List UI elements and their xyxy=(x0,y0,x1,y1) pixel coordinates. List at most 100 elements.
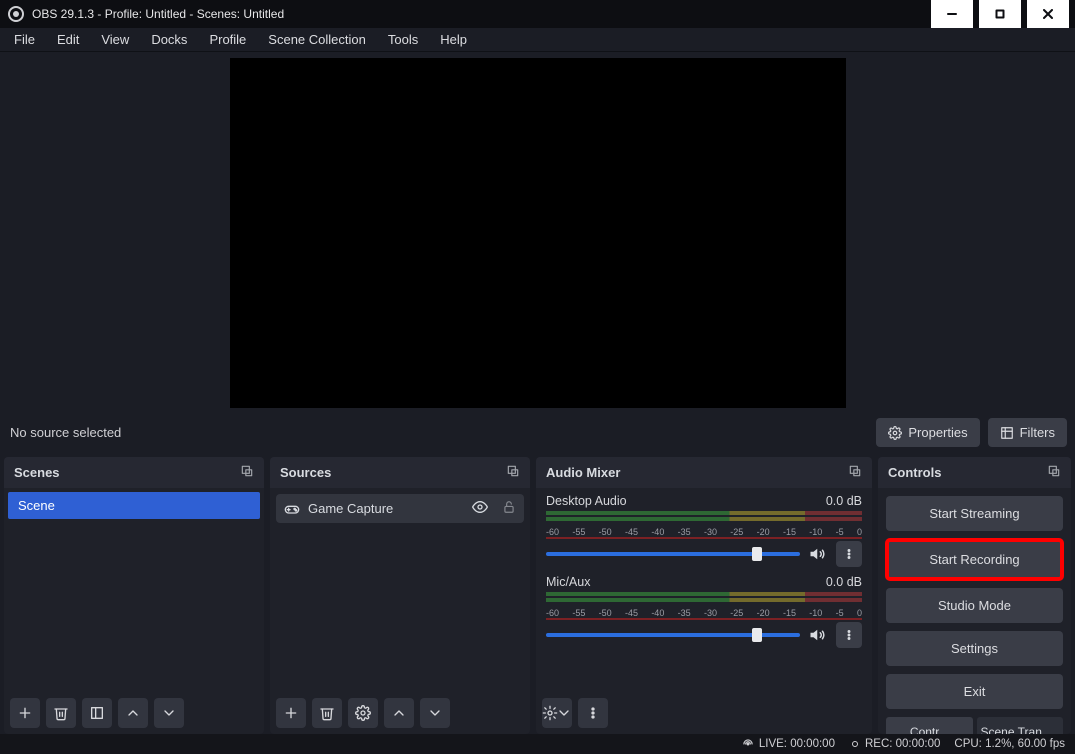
popout-icon[interactable] xyxy=(240,464,254,481)
settings-button[interactable]: Settings xyxy=(886,631,1063,666)
controls-tab[interactable]: Contr... xyxy=(886,717,973,733)
source-item[interactable]: Game Capture xyxy=(276,494,524,523)
audio-mixer-dock: Audio Mixer Desktop Audio 0.0 dB -60-55-5… xyxy=(536,457,872,733)
sources-header: Sources xyxy=(270,457,530,488)
cpu-status: CPU: 1.2%, 60.00 fps xyxy=(954,738,1065,750)
scenes-header: Scenes xyxy=(4,457,264,488)
audio-menu-button[interactable] xyxy=(578,698,608,728)
volume-slider[interactable] xyxy=(546,552,800,556)
scene-filter-button[interactable] xyxy=(82,698,112,728)
minimize-button[interactable] xyxy=(931,0,973,28)
preview-area: No source selected Properties Filters xyxy=(0,52,1075,457)
lock-toggle[interactable] xyxy=(502,500,516,517)
kebab-icon xyxy=(585,705,601,721)
properties-button[interactable]: Properties xyxy=(876,418,979,447)
maximize-button[interactable] xyxy=(979,0,1021,28)
lock-icon xyxy=(502,500,516,514)
popout-icon[interactable] xyxy=(506,464,520,481)
audio-mixer-header: Audio Mixer xyxy=(536,457,872,488)
menu-help[interactable]: Help xyxy=(430,28,477,51)
start-streaming-button[interactable]: Start Streaming xyxy=(886,496,1063,531)
start-recording-button[interactable]: Start Recording xyxy=(886,539,1063,580)
visibility-toggle[interactable] xyxy=(472,499,488,518)
gear-icon xyxy=(888,426,902,440)
meter-ticks: -60-55-50-45-40-35-30-25-20-15-10-50 xyxy=(546,527,862,537)
chevron-down-icon xyxy=(427,705,443,721)
menu-edit[interactable]: Edit xyxy=(47,28,89,51)
kebab-icon xyxy=(842,547,856,561)
no-source-label: No source selected xyxy=(10,425,121,440)
filters-button[interactable]: Filters xyxy=(988,418,1067,447)
window-title: OBS 29.1.3 - Profile: Untitled - Scenes:… xyxy=(32,7,931,21)
mixer-channel: Mic/Aux 0.0 dB -60-55-50-45-40-35-30-25-2… xyxy=(540,573,868,654)
chevron-down-icon xyxy=(161,705,177,721)
mute-button[interactable] xyxy=(808,626,828,644)
remove-source-button[interactable] xyxy=(312,698,342,728)
filters-icon xyxy=(1000,426,1014,440)
trash-icon xyxy=(53,705,69,721)
status-bar: LIVE: 00:00:00 REC: 00:00:00 CPU: 1.2%, … xyxy=(0,734,1075,754)
gamepad-icon xyxy=(284,501,300,517)
speaker-icon xyxy=(809,626,827,644)
speaker-icon xyxy=(809,545,827,563)
chevron-down-icon xyxy=(556,705,572,721)
studio-mode-button[interactable]: Studio Mode xyxy=(886,588,1063,623)
source-properties-button[interactable] xyxy=(348,698,378,728)
menu-tools[interactable]: Tools xyxy=(378,28,428,51)
preview-canvas[interactable] xyxy=(230,58,846,408)
trash-icon xyxy=(319,705,335,721)
mixer-channel: Desktop Audio 0.0 dB -60-55-50-45-40-35-3… xyxy=(540,492,868,573)
close-button[interactable] xyxy=(1027,0,1069,28)
popout-icon[interactable] xyxy=(848,464,862,481)
exit-button[interactable]: Exit xyxy=(886,674,1063,709)
kebab-icon xyxy=(842,628,856,642)
controls-dock: Controls Start Streaming Start Recording… xyxy=(878,457,1071,733)
source-move-up-button[interactable] xyxy=(384,698,414,728)
scene-item[interactable]: Scene xyxy=(8,492,260,519)
plus-icon xyxy=(17,705,33,721)
audio-settings-button[interactable] xyxy=(542,698,572,728)
audio-meter: -60-55-50-45-40-35-30-25-20-15-10-50 xyxy=(546,592,862,616)
channel-name: Desktop Audio xyxy=(546,494,627,508)
menu-docks[interactable]: Docks xyxy=(141,28,197,51)
popout-icon[interactable] xyxy=(1047,464,1061,481)
mute-button[interactable] xyxy=(808,545,828,563)
menu-view[interactable]: View xyxy=(91,28,139,51)
source-info-bar: No source selected Properties Filters xyxy=(0,408,1075,457)
menu-scene-collection[interactable]: Scene Collection xyxy=(258,28,376,51)
chevron-up-icon xyxy=(125,705,141,721)
channel-menu-button[interactable] xyxy=(836,622,862,648)
chevron-up-icon xyxy=(391,705,407,721)
sources-dock: Sources Game Capture xyxy=(270,457,530,733)
channel-db: 0.0 dB xyxy=(826,494,862,508)
obs-logo-icon xyxy=(8,6,24,22)
menu-bar: File Edit View Docks Profile Scene Colle… xyxy=(0,28,1075,52)
title-bar: OBS 29.1.3 - Profile: Untitled - Scenes:… xyxy=(0,0,1075,28)
source-label: Game Capture xyxy=(308,501,393,516)
rec-status: REC: 00:00:00 xyxy=(849,738,940,750)
scene-move-up-button[interactable] xyxy=(118,698,148,728)
add-source-button[interactable] xyxy=(276,698,306,728)
scene-move-down-button[interactable] xyxy=(154,698,184,728)
channel-db: 0.0 dB xyxy=(826,575,862,589)
eye-icon xyxy=(472,499,488,515)
channel-menu-button[interactable] xyxy=(836,541,862,567)
scenes-dock: Scenes Scene xyxy=(4,457,264,733)
volume-slider[interactable] xyxy=(546,633,800,637)
remove-scene-button[interactable] xyxy=(46,698,76,728)
add-scene-button[interactable] xyxy=(10,698,40,728)
plus-icon xyxy=(283,705,299,721)
menu-file[interactable]: File xyxy=(4,28,45,51)
audio-meter: -60-55-50-45-40-35-30-25-20-15-10-50 xyxy=(546,511,862,535)
gear-icon xyxy=(355,705,371,721)
scene-transitions-tab[interactable]: Scene Transit... xyxy=(977,717,1064,733)
broadcast-icon xyxy=(741,737,755,751)
source-move-down-button[interactable] xyxy=(420,698,450,728)
meter-ticks: -60-55-50-45-40-35-30-25-20-15-10-50 xyxy=(546,608,862,618)
menu-profile[interactable]: Profile xyxy=(199,28,256,51)
channel-name: Mic/Aux xyxy=(546,575,590,589)
live-status: LIVE: 00:00:00 xyxy=(741,737,835,751)
controls-header: Controls xyxy=(878,457,1071,488)
record-icon xyxy=(849,738,861,750)
scene-list-icon xyxy=(89,705,105,721)
